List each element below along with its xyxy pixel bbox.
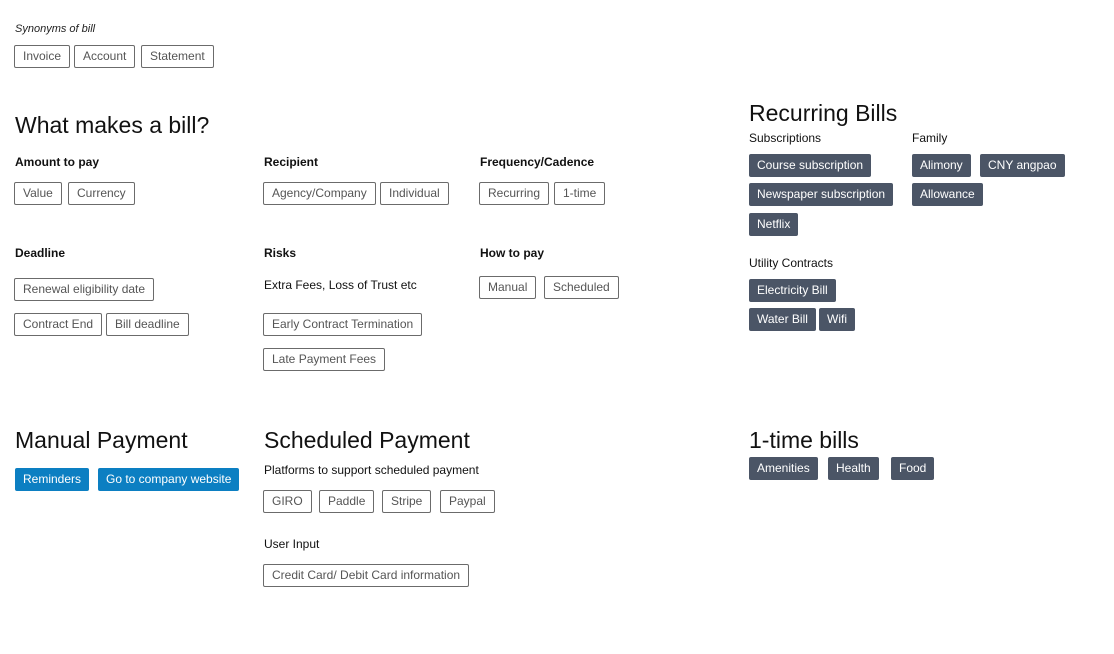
utility-label: Utility Contracts: [749, 256, 834, 270]
company-website-button[interactable]: Go to company website: [98, 468, 240, 491]
deadline-tag-renewal[interactable]: Renewal eligibility date: [14, 278, 155, 301]
recipient-tag-agency[interactable]: Agency/Company: [263, 182, 376, 205]
manual-payment-title: Manual Payment: [15, 427, 188, 453]
deadline-tag-contract-end[interactable]: Contract End: [14, 313, 103, 336]
deadline-title: Deadline: [15, 246, 66, 260]
frequency-tag-recurring[interactable]: Recurring: [479, 182, 550, 205]
synonym-tag-invoice[interactable]: Invoice: [14, 45, 71, 68]
family-tag-cny-angpao[interactable]: CNY angpao: [980, 154, 1065, 177]
deadline-tag-bill-deadline[interactable]: Bill deadline: [106, 313, 189, 336]
subscription-tag-course[interactable]: Course subscription: [749, 154, 872, 177]
one-time-tag-health[interactable]: Health: [828, 457, 879, 480]
one-time-tag-food[interactable]: Food: [891, 457, 935, 480]
one-time-bills-title: 1-time bills: [749, 427, 859, 453]
risks-title: Risks: [264, 246, 297, 260]
utility-tag-electricity[interactable]: Electricity Bill: [749, 279, 836, 302]
risks-tag-early-termination[interactable]: Early Contract Termination: [263, 313, 423, 336]
amount-tag-value[interactable]: Value: [14, 182, 62, 205]
subscriptions-label: Subscriptions: [749, 131, 822, 145]
scheduled-payment-title: Scheduled Payment: [264, 427, 470, 453]
family-label: Family: [912, 131, 948, 145]
reminders-button[interactable]: Reminders: [15, 468, 90, 491]
amount-tag-currency[interactable]: Currency: [68, 182, 135, 205]
subscription-tag-netflix[interactable]: Netflix: [749, 213, 799, 236]
recipient-tag-individual[interactable]: Individual: [380, 182, 449, 205]
subscription-tag-newspaper[interactable]: Newspaper subscription: [749, 183, 894, 206]
synonym-tag-statement[interactable]: Statement: [141, 45, 214, 68]
platform-tag-stripe[interactable]: Stripe: [382, 490, 432, 513]
frequency-tag-one-time[interactable]: 1-time: [554, 182, 606, 205]
platform-tag-paypal[interactable]: Paypal: [440, 490, 495, 513]
how-to-pay-tag-scheduled[interactable]: Scheduled: [544, 276, 619, 299]
amount-title: Amount to pay: [15, 155, 99, 169]
one-time-tag-amenities[interactable]: Amenities: [749, 457, 818, 480]
utility-tag-water[interactable]: Water Bill: [749, 308, 816, 331]
platform-tag-paddle[interactable]: Paddle: [319, 490, 375, 513]
synonyms-label: Synonyms of bill: [15, 23, 96, 35]
user-input-label: User Input: [264, 537, 320, 551]
recurring-title: Recurring Bills: [749, 100, 898, 126]
how-to-pay-title: How to pay: [480, 246, 545, 260]
recipient-title: Recipient: [264, 155, 319, 169]
platform-tag-giro[interactable]: GIRO: [263, 490, 312, 513]
synonym-tag-account[interactable]: Account: [74, 45, 136, 68]
platforms-label: Platforms to support scheduled payment: [264, 463, 479, 477]
risks-note: Extra Fees, Loss of Trust etc: [264, 278, 417, 292]
how-to-pay-tag-manual[interactable]: Manual: [479, 276, 537, 299]
frequency-title: Frequency/Cadence: [480, 155, 595, 169]
family-tag-alimony[interactable]: Alimony: [912, 154, 971, 177]
user-input-tag-card-info[interactable]: Credit Card/ Debit Card information: [263, 564, 470, 587]
risks-tag-late-fees[interactable]: Late Payment Fees: [263, 348, 386, 371]
what-makes-title: What makes a bill?: [15, 112, 210, 138]
utility-tag-wifi[interactable]: Wifi: [819, 308, 855, 331]
family-tag-allowance[interactable]: Allowance: [912, 183, 983, 206]
